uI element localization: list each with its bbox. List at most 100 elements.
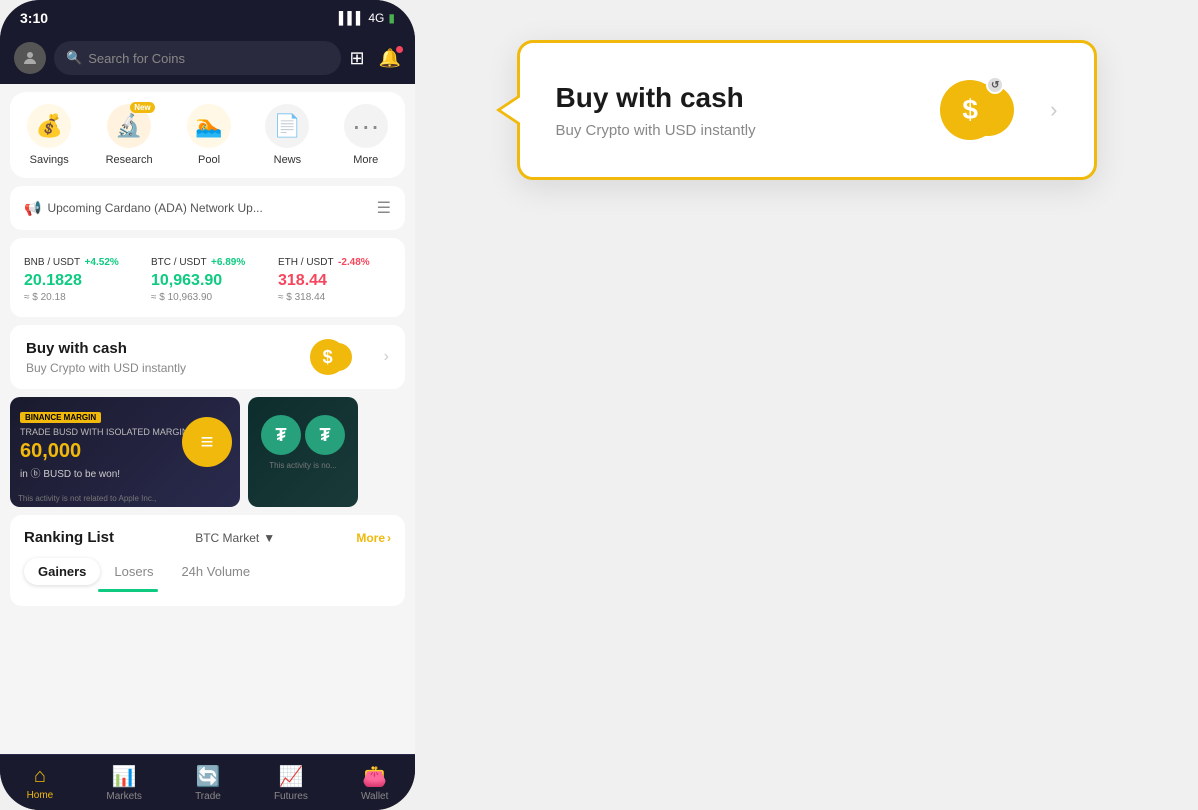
- ticker-pair-btc: BTC / USDT +6.89%: [151, 252, 264, 270]
- home-label: Home: [27, 790, 54, 801]
- buy-with-cash-card[interactable]: Buy with cash Buy Crypto with USD instan…: [10, 325, 405, 389]
- popup-chevron-right-icon: ›: [1050, 97, 1057, 123]
- ticker-eth[interactable]: ETH / USDT -2.48% 318.44 ≈ $ 318.44: [278, 252, 391, 303]
- quick-item-news[interactable]: 📄 News: [265, 104, 309, 166]
- eth-price: 318.44: [278, 272, 391, 290]
- quick-access-grid: 💰 Savings 🔬 New Research 🏊 Pool 📄 News ·…: [10, 92, 405, 178]
- price-ticker: BNB / USDT +4.52% 20.1828 ≈ $ 20.18 BTC …: [10, 238, 405, 317]
- popup-dollar-icon: $ ↺: [940, 80, 1000, 140]
- bell-icon[interactable]: 🔔: [379, 48, 401, 69]
- ranking-header: Ranking List BTC Market ▼ More ›: [24, 529, 391, 546]
- bnb-usd: ≈ $ 20.18: [24, 292, 137, 303]
- scan-icon[interactable]: ⊞: [349, 48, 364, 69]
- tab-24h-volume[interactable]: 24h Volume: [167, 558, 264, 585]
- more-chevron-icon: ›: [387, 531, 391, 545]
- quick-item-pool[interactable]: 🏊 Pool: [187, 104, 231, 166]
- savings-label: Savings: [30, 154, 69, 166]
- avatar[interactable]: [14, 42, 46, 74]
- buy-cash-popup-card[interactable]: Buy with cash Buy Crypto with USD instan…: [517, 40, 1097, 180]
- signal-icon: ▌▌▌: [339, 11, 365, 25]
- ticker-bnb[interactable]: BNB / USDT +4.52% 20.1828 ≈ $ 20.18: [24, 252, 137, 303]
- pool-label: Pool: [198, 154, 220, 166]
- btc-usd: ≈ $ 10,963.90: [151, 292, 264, 303]
- promo-banner-left[interactable]: BINANCE MARGIN TRADE BUSD WITH ISOLATED …: [10, 397, 240, 507]
- tab-gainers[interactable]: Gainers: [24, 558, 100, 585]
- news-label: News: [274, 154, 302, 166]
- popup-left: Buy with cash Buy Crypto with USD instan…: [556, 82, 941, 139]
- search-icon: 🔍: [66, 50, 82, 66]
- status-time: 3:10: [20, 10, 48, 26]
- dollar-icon: $: [310, 339, 346, 375]
- ticker-pair-bnb: BNB / USDT +4.52%: [24, 252, 137, 270]
- ranking-filter-dropdown[interactable]: BTC Market ▼: [195, 531, 275, 545]
- quick-item-savings[interactable]: 💰 Savings: [27, 104, 71, 166]
- home-icon: ⌂: [34, 765, 46, 788]
- trade-label: Trade: [195, 791, 221, 802]
- pool-icon: 🏊: [187, 104, 231, 148]
- new-badge: New: [130, 102, 154, 113]
- promo-banner-right[interactable]: ₮ ₮ This activity is no...: [248, 397, 358, 507]
- nav-futures[interactable]: 📈 Futures: [274, 764, 308, 802]
- buy-cash-subtitle: Buy Crypto with USD instantly: [26, 361, 186, 375]
- research-label: Research: [106, 154, 153, 166]
- wallet-label: Wallet: [361, 791, 388, 802]
- buy-cash-left: Buy with cash Buy Crypto with USD instan…: [26, 340, 186, 375]
- nav-icons: ⊞ 🔔: [349, 48, 401, 69]
- phone-container: 3:10 ▌▌▌ 4G ▮ 🔍 Search for Coins ⊞ 🔔 💰: [0, 0, 415, 810]
- trade-icon: 🔄: [195, 764, 220, 789]
- chevron-right-icon: ›: [384, 348, 389, 366]
- more-icon: ···: [344, 104, 388, 148]
- phone-content: 💰 Savings 🔬 New Research 🏊 Pool 📄 News ·…: [0, 84, 415, 754]
- megaphone-icon: 📢: [24, 200, 41, 217]
- popup-title: Buy with cash: [556, 82, 941, 114]
- nav-wallet[interactable]: 👛 Wallet: [361, 764, 388, 802]
- bottom-nav: ⌂ Home 📊 Markets 🔄 Trade 📈 Futures 👛 Wal…: [0, 754, 415, 810]
- markets-label: Markets: [106, 791, 142, 802]
- popup-subtitle: Buy Crypto with USD instantly: [556, 122, 941, 139]
- tether-coin-icon: ₮: [261, 415, 301, 455]
- more-label: More: [353, 154, 378, 166]
- status-icons: ▌▌▌ 4G ▮: [339, 11, 395, 25]
- news-icon: 📄: [265, 104, 309, 148]
- ranking-section: Ranking List BTC Market ▼ More › Gainers…: [10, 515, 405, 606]
- announcement-content: Upcoming Cardano (ADA) Network Up...: [47, 201, 262, 215]
- buy-cash-title: Buy with cash: [26, 340, 186, 357]
- ranking-more-button[interactable]: More ›: [356, 531, 391, 545]
- search-placeholder: Search for Coins: [88, 51, 185, 66]
- list-icon: ☰: [377, 198, 391, 218]
- nav-markets[interactable]: 📊 Markets: [106, 764, 142, 802]
- dropdown-arrow-icon: ▼: [263, 531, 275, 545]
- search-bar[interactable]: 🔍 Search for Coins: [54, 41, 341, 75]
- buy-cash-icons: $ ₿ ›: [310, 339, 389, 375]
- ticker-pair-eth: ETH / USDT -2.48%: [278, 252, 391, 270]
- top-nav: 🔍 Search for Coins ⊞ 🔔: [0, 32, 415, 84]
- markets-icon: 📊: [112, 764, 137, 789]
- status-bar: 3:10 ▌▌▌ 4G ▮: [0, 0, 415, 32]
- eth-usd: ≈ $ 318.44: [278, 292, 391, 303]
- quick-item-more[interactable]: ··· More: [344, 104, 388, 166]
- tab-active-indicator: [98, 589, 158, 592]
- futures-label: Futures: [274, 791, 308, 802]
- btc-price: 10,963.90: [151, 272, 264, 290]
- savings-icon: 💰: [27, 104, 71, 148]
- promo-banners: BINANCE MARGIN TRADE BUSD WITH ISOLATED …: [10, 397, 405, 507]
- promo-currency: in ⓑ BUSD to be won!: [20, 465, 230, 480]
- wallet-icon: 👛: [362, 764, 387, 789]
- battery-icon: ▮: [388, 11, 395, 25]
- popup-area: Buy with cash Buy Crypto with USD instan…: [415, 0, 1198, 220]
- announcement-text: 📢 Upcoming Cardano (ADA) Network Up...: [24, 200, 263, 217]
- promo-disclaimer: This activity is not related to Apple In…: [18, 494, 156, 503]
- tab-losers[interactable]: Losers: [100, 558, 167, 585]
- ranking-title: Ranking List: [24, 529, 114, 546]
- bnb-price: 20.1828: [24, 272, 137, 290]
- quick-item-research[interactable]: 🔬 New Research: [106, 104, 153, 166]
- popup-icons: $ ↺ ₿ ›: [940, 80, 1057, 140]
- network-type: 4G: [368, 11, 384, 25]
- nav-trade[interactable]: 🔄 Trade: [195, 764, 221, 802]
- binance-margin-label: BINANCE MARGIN: [20, 412, 101, 423]
- nav-home[interactable]: ⌂ Home: [27, 765, 54, 801]
- announcement-bar[interactable]: 📢 Upcoming Cardano (ADA) Network Up... ☰: [10, 186, 405, 230]
- ticker-row: BNB / USDT +4.52% 20.1828 ≈ $ 20.18 BTC …: [24, 252, 391, 303]
- ticker-btc[interactable]: BTC / USDT +6.89% 10,963.90 ≈ $ 10,963.9…: [151, 252, 264, 303]
- ranking-tabs: Gainers Losers 24h Volume: [24, 558, 391, 585]
